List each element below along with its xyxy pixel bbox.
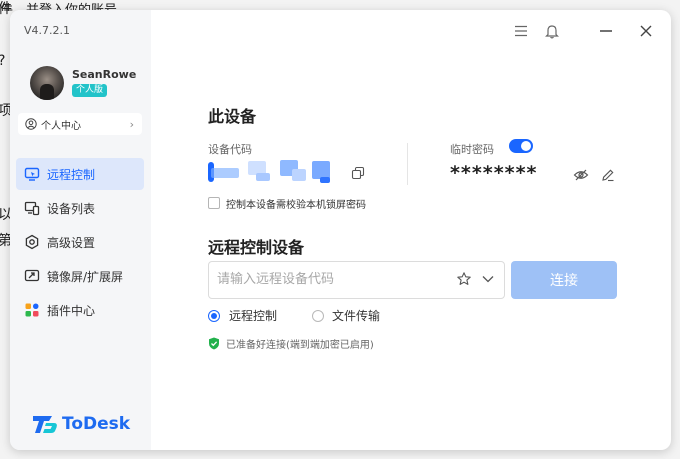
devices-icon [23,199,41,217]
connect-button[interactable]: 连接 [511,261,617,299]
sidebar-item-label: 镜像屏/扩展屏 [47,269,124,284]
bell-icon[interactable] [543,22,561,40]
chevron-down-icon[interactable] [481,273,495,285]
sidebar: V4.7.2.1 SeanRowe 个人版 个人中心 › 远程控制 设备列表 高… [10,10,151,450]
sidebar-item-label: 高级设置 [47,235,96,250]
brand-name: ToDesk [62,414,131,434]
mode-remote-control-radio[interactable] [208,310,220,322]
sidebar-item-label: 插件中心 [47,303,96,318]
temp-password-value: ******** [450,162,538,184]
sidebar-item-label: 设备列表 [47,201,96,216]
todesk-logo: ToDesk [32,414,130,434]
mode-file-transfer-radio[interactable] [312,310,324,322]
eye-hidden-icon[interactable] [573,167,589,181]
device-code-label: 设备代码 [208,143,252,156]
minimize-icon[interactable] [597,22,615,40]
personal-center-button[interactable]: 个人中心 › [18,113,142,135]
mirror-screen-icon [23,267,41,285]
sidebar-item-advanced-settings[interactable]: 高级设置 [16,226,144,258]
sidebar-item-label: 远程控制 [47,167,96,182]
todesk-window: V4.7.2.1 SeanRowe 个人版 个人中心 › 远程控制 设备列表 高… [10,10,671,450]
chevron-right-icon: › [129,117,134,131]
todesk-logo-icon [33,416,57,433]
lock-screen-checkbox[interactable] [208,197,220,209]
version-label: V4.7.2.1 [24,24,71,37]
connection-status: 已准备好连接(端到端加密已启用) [226,340,374,351]
personal-center-label: 个人中心 [41,120,81,132]
temp-password-toggle[interactable] [509,139,533,153]
sidebar-item-plugins[interactable]: 插件中心 [16,294,144,326]
temp-password-label: 临时密码 [450,143,494,156]
remote-code-field [208,261,505,299]
plugins-icon [23,301,41,319]
avatar[interactable] [30,66,64,100]
sidebar-item-remote-control[interactable]: 远程控制 [16,158,144,190]
monitor-cursor-icon [23,165,41,183]
mode-file-transfer-label[interactable]: 文件传输 [332,307,380,324]
copy-icon[interactable] [351,165,365,180]
mode-remote-control-label[interactable]: 远程控制 [229,307,277,324]
background-char: ? [0,54,5,68]
lock-screen-check-label: 控制本设备需校验本机锁屏密码 [226,200,366,211]
device-code-redacted [208,159,336,189]
close-icon[interactable] [637,22,655,40]
star-icon[interactable] [456,271,472,287]
plan-badge: 个人版 [72,84,108,97]
remote-control-title: 远程控制设备 [208,238,305,257]
settings-hex-icon [23,233,41,251]
sidebar-item-mirror-screen[interactable]: 镜像屏/扩展屏 [16,260,144,292]
section-divider [407,143,408,185]
remote-code-input[interactable] [209,262,457,296]
shield-check-icon [208,335,220,350]
menu-icon[interactable] [512,22,530,40]
sidebar-item-device-list[interactable]: 设备列表 [16,192,144,224]
this-device-title: 此设备 [208,107,257,126]
username: SeanRowe [72,68,137,81]
edit-icon[interactable] [601,167,615,182]
sidebar-nav: 远程控制 设备列表 高级设置 镜像屏/扩展屏 插件中心 [16,158,144,328]
user-circle-icon [25,118,37,130]
